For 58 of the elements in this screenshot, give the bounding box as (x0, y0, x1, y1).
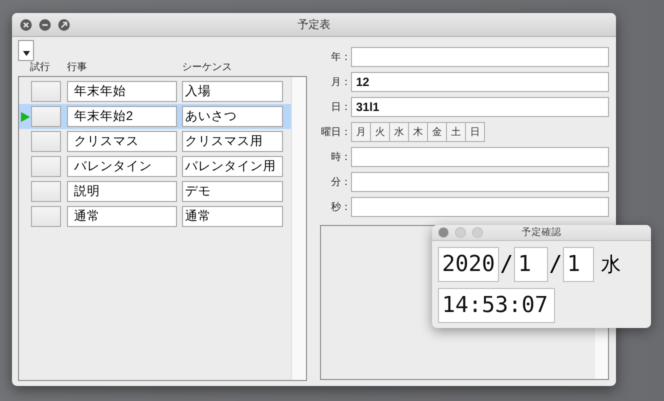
dropdown-button[interactable] (18, 40, 34, 61)
day-field[interactable]: 1 (563, 247, 594, 282)
window-title: 予定表 (298, 18, 330, 32)
input-field[interactable] (351, 196, 609, 216)
close-icon[interactable] (20, 18, 32, 30)
sequence-field[interactable]: あいさつ (182, 106, 283, 127)
weekday-button[interactable]: 日 (465, 122, 485, 142)
event-field[interactable]: 通常 (67, 206, 177, 227)
field-label: 時： (330, 150, 351, 164)
weekday-button[interactable]: 火 (370, 122, 390, 142)
event-field[interactable]: 年末年始2 (67, 106, 177, 127)
zoom-icon[interactable] (58, 18, 70, 30)
window-title: 予定確認 (522, 226, 562, 239)
date-separator: / (549, 252, 562, 277)
sequence-field[interactable]: 通常 (182, 206, 283, 227)
input-field[interactable]: 12 (351, 72, 609, 92)
input-field[interactable]: 31l1 (351, 96, 609, 116)
weekday-button[interactable]: 水 (389, 122, 409, 142)
scrollbar[interactable] (291, 77, 306, 380)
weekday-button[interactable]: 土 (446, 122, 466, 142)
time-field[interactable]: 14:53:07 (438, 288, 555, 323)
column-header: 行事 (67, 60, 88, 74)
close-icon[interactable] (438, 227, 449, 238)
event-field[interactable]: 説明 (67, 181, 177, 202)
sequence-field[interactable]: クリスマス用 (182, 131, 283, 152)
input-field[interactable] (351, 172, 609, 192)
trial-button[interactable] (31, 156, 61, 177)
weekday-button[interactable]: 月 (351, 122, 371, 142)
column-header: 試行 (30, 60, 51, 74)
input-field[interactable] (351, 146, 609, 166)
sequence-field[interactable]: バレンタイン用 (182, 156, 283, 177)
trial-button[interactable] (31, 206, 61, 227)
weekday-button[interactable]: 金 (427, 122, 447, 142)
event-field[interactable]: クリスマス (67, 131, 177, 152)
field-label: 秒： (330, 200, 351, 214)
caret-icon (22, 51, 30, 56)
weekday-button[interactable]: 木 (408, 122, 428, 142)
trial-button[interactable] (31, 181, 61, 202)
month-field[interactable]: 1 (514, 247, 548, 282)
field-label: 日： (330, 100, 351, 114)
event-field[interactable]: バレンタイン (67, 156, 177, 177)
weekday-label: 水 (601, 253, 621, 278)
column-header: シーケンス (182, 61, 233, 74)
event-field[interactable]: 年末年始 (67, 81, 177, 102)
sequence-field[interactable]: 入場 (182, 81, 283, 102)
trial-button[interactable] (31, 106, 61, 127)
date-separator: / (500, 252, 513, 277)
minimize-icon[interactable] (39, 18, 51, 30)
year-field[interactable]: 2020 (438, 247, 499, 282)
field-label: 年： (330, 50, 351, 64)
sequence-field[interactable]: デモ (182, 181, 283, 202)
field-label: 曜日： (320, 126, 351, 138)
field-label: 月： (330, 76, 351, 88)
trial-button[interactable] (31, 81, 61, 102)
field-label: 分： (330, 176, 351, 188)
trial-button[interactable] (31, 131, 61, 152)
list-row[interactable]: 年末年始2 あいさつ (19, 104, 291, 129)
input-field[interactable] (351, 46, 609, 66)
